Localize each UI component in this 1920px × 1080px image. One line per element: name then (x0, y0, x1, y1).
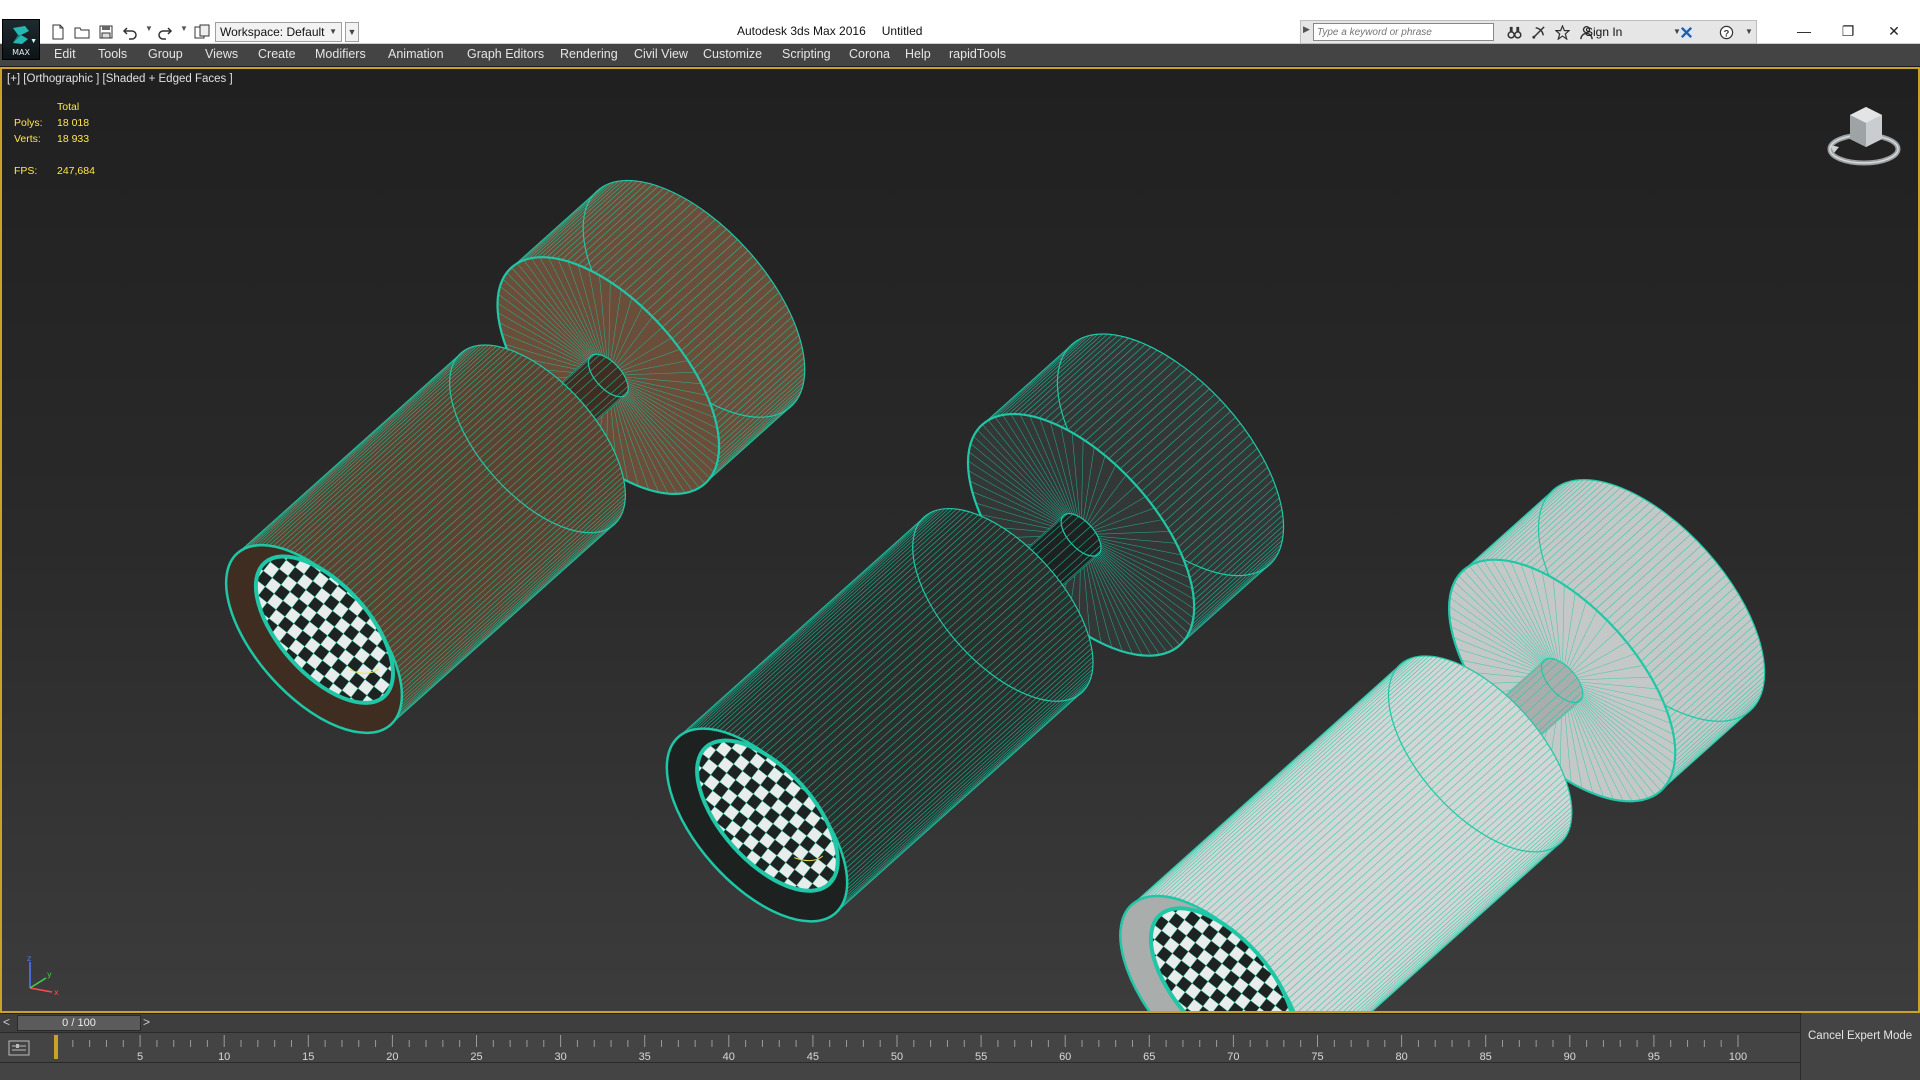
menu-edit[interactable]: Edit (54, 47, 76, 61)
stats-total-header: Total (57, 101, 80, 113)
next-frame-button[interactable]: > (143, 1015, 150, 1029)
menu-views[interactable]: Views (205, 47, 238, 61)
time-slider[interactable]: < 0 / 100 > (0, 1013, 1800, 1032)
viewport-label-menu[interactable]: [+] [Orthographic ] [Shaded + Edged Face… (7, 73, 233, 85)
logo-text: MAX (12, 48, 30, 57)
menu-help[interactable]: Help (905, 47, 931, 61)
new-file-icon[interactable] (48, 22, 68, 42)
stats-polys-label: Polys: (14, 117, 43, 129)
redo-dropdown-icon[interactable]: ▼ (180, 24, 188, 33)
search-input[interactable] (1313, 23, 1494, 41)
workspace-label: Workspace: Default (220, 25, 325, 39)
menu-rapidtools[interactable]: rapidTools (949, 47, 1006, 61)
stats-fps-value: 247,684 (57, 165, 95, 177)
close-button[interactable]: ✕ (1872, 18, 1916, 44)
project-folder-icon[interactable] (192, 22, 212, 42)
help-dropdown-icon[interactable]: ▼ (1745, 27, 1753, 36)
save-icon[interactable] (96, 22, 116, 42)
scene-canvas (194, 142, 1766, 1011)
undo-icon[interactable] (120, 22, 140, 42)
menu-bar: Edit Tools Group Views Create Modifiers … (0, 44, 1920, 67)
restore-button[interactable]: ❐ (1826, 18, 1870, 44)
svg-text:z: z (27, 954, 31, 963)
stats-verts-label: Verts: (14, 133, 41, 145)
cancel-expert-mode-button[interactable]: Cancel Expert Mode (1808, 1030, 1912, 1042)
lamp-lamp-wood[interactable] (194, 142, 844, 763)
stats-fps-label: FPS: (14, 165, 38, 177)
help-icon[interactable]: ? (1718, 24, 1734, 40)
svg-text:?: ? (1723, 28, 1729, 38)
menu-create[interactable]: Create (258, 47, 296, 61)
sign-in-button[interactable]: Sign In (1585, 25, 1622, 39)
favorites-star-icon[interactable] (1554, 24, 1570, 40)
menu-customize[interactable]: Customize (703, 47, 762, 61)
undo-dropdown-icon[interactable]: ▼ (145, 24, 153, 33)
binoculars-icon[interactable] (1506, 24, 1522, 40)
curve-editor-icon[interactable] (8, 1039, 30, 1057)
menu-modifiers[interactable]: Modifiers (315, 47, 366, 61)
application-menu-button[interactable]: ▼ MAX (2, 19, 40, 60)
search-expand-icon[interactable]: ▶ (1303, 24, 1310, 35)
svg-text:x: x (54, 988, 59, 996)
menu-animation[interactable]: Animation (388, 47, 444, 61)
menu-scripting[interactable]: Scripting (782, 47, 831, 61)
sign-in-dropdown-icon[interactable]: ▼ (1673, 27, 1681, 36)
chevron-down-icon: ▼ (329, 27, 337, 36)
svg-text:y: y (47, 970, 52, 979)
menu-graph-editors[interactable]: Graph Editors (467, 47, 544, 61)
infocenter-search: ▶ ? (1300, 20, 1757, 44)
expert-mode-panel (1800, 1013, 1920, 1080)
track-bar[interactable]: 5 10 15 20 25 30 35 40 45 50 55 60 65 70 75 80 85 90 95 100 (0, 1032, 1800, 1063)
open-file-icon[interactable] (72, 22, 92, 42)
redo-icon[interactable] (155, 22, 175, 42)
viewcube-icon[interactable] (1826, 99, 1902, 169)
minimize-button[interactable]: — (1782, 18, 1826, 44)
menu-corona[interactable]: Corona (849, 47, 890, 61)
title-bar: ▼ ▼ Workspace: Default ▼ ▼ Autodesk 3ds … (0, 0, 1920, 44)
window-title: Autodesk 3ds Max 2016 Untitled (737, 24, 922, 38)
menu-civil-view[interactable]: Civil View (634, 47, 688, 61)
menu-tools[interactable]: Tools (98, 47, 127, 61)
current-frame-marker[interactable] (54, 1035, 58, 1059)
stats-polys-value: 18 018 (57, 117, 90, 129)
perspective-viewport[interactable]: [+] [Orthographic ] [Shaded + Edged Face… (0, 67, 1920, 1013)
axis-tripod-icon: z x y (27, 954, 59, 996)
previous-frame-button[interactable]: < (3, 1015, 10, 1029)
menu-rendering[interactable]: Rendering (560, 47, 618, 61)
time-slider-thumb[interactable]: 0 / 100 (17, 1015, 141, 1031)
chevron-down-icon: ▼ (30, 38, 37, 45)
workspace-dropdown[interactable]: Workspace: Default ▼ (215, 22, 342, 42)
status-bar (0, 1062, 1920, 1080)
document-name: Untitled (881, 24, 923, 38)
app-title: Autodesk 3ds Max 2016 (737, 24, 866, 38)
customize-quick-access-icon[interactable]: ▼ (345, 22, 359, 42)
stats-verts-value: 18 933 (57, 133, 90, 145)
frame-ruler[interactable]: 5 10 15 20 25 30 35 40 45 50 55 60 65 70 75 80 85 90 95 100 (52, 1033, 1752, 1063)
menu-group[interactable]: Group (148, 47, 183, 61)
communication-center-icon[interactable] (1530, 24, 1546, 40)
3ds-max-logo-icon (13, 26, 29, 44)
